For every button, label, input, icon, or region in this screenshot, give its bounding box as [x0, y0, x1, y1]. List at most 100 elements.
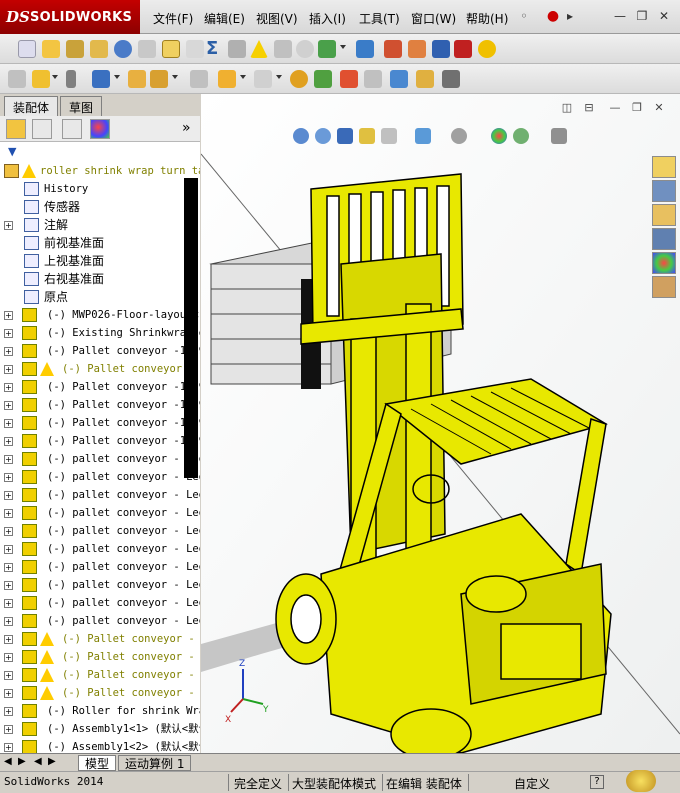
symmetry-check-icon[interactable] — [274, 40, 292, 58]
check-off-icon[interactable] — [296, 40, 314, 58]
tree-item[interactable]: + (-) Roller for shrink Wrap — [0, 702, 200, 720]
interference-icon[interactable] — [318, 40, 336, 58]
expand-icon[interactable]: + — [4, 221, 13, 230]
move-component-icon[interactable] — [128, 70, 146, 88]
mass-properties-icon[interactable] — [66, 40, 84, 58]
tree-item[interactable]: + (-) pallet conveyor - Leg — [0, 504, 200, 522]
filter-icon[interactable]: ▼ — [8, 145, 16, 158]
doc-restore-button[interactable]: ❐ — [630, 102, 644, 114]
tab-motion-study[interactable]: 运动算例 1 — [118, 755, 192, 771]
tree-item[interactable]: + (-) pallet conveyor - Leg — [0, 594, 200, 612]
equations-icon[interactable]: Σ — [206, 40, 224, 58]
tree-item[interactable]: + (-) pallet conveyor - Leg — [0, 576, 200, 594]
traffic-light-icon[interactable]: ● — [545, 8, 561, 24]
tree-item[interactable]: + (-) Pallet conveyor -1569- — [0, 342, 200, 360]
tree-item[interactable]: + (-) pallet conveyor - Leg — [0, 522, 200, 540]
file-explorer-icon[interactable] — [652, 204, 676, 226]
rotate-component-icon[interactable] — [150, 70, 168, 88]
smart-fasteners-icon[interactable] — [92, 70, 110, 88]
clearance-icon[interactable] — [416, 70, 434, 88]
resources-icon[interactable] — [652, 156, 676, 178]
scroll-first-icon[interactable]: ◀ — [34, 756, 42, 767]
expand-icon[interactable]: + — [4, 599, 13, 608]
tab-model[interactable]: 模型 — [78, 755, 117, 771]
scene-icon[interactable] — [513, 128, 529, 144]
checkbox-tool-icon[interactable] — [162, 40, 180, 58]
tab-assembly[interactable]: 装配体 — [4, 96, 59, 116]
section-properties-icon[interactable] — [90, 40, 108, 58]
view-settings-icon[interactable] — [551, 128, 567, 144]
appearance-icon[interactable] — [478, 40, 496, 58]
expand-icon[interactable]: + — [4, 635, 13, 644]
tree-item[interactable]: + (-) pallet conveyor - Leg — [0, 540, 200, 558]
bill-of-materials-icon[interactable] — [314, 70, 332, 88]
tree-item[interactable]: 上视基准面 — [0, 252, 200, 270]
minimize-button[interactable]: — — [612, 8, 628, 24]
measure-icon[interactable] — [42, 40, 60, 58]
expand-icon[interactable]: + — [4, 419, 13, 428]
expand-icon[interactable]: + — [4, 689, 13, 698]
property-manager-icon[interactable] — [32, 119, 52, 139]
expand-icon[interactable]: + — [4, 581, 13, 590]
show-hidden-icon[interactable] — [190, 70, 208, 88]
macro-icon[interactable] — [384, 40, 402, 58]
tile-vertical-icon[interactable]: ⊟ — [582, 102, 596, 114]
tree-item[interactable]: + (-) Pallet conveyor - M — [0, 684, 200, 702]
expand-icon[interactable]: + — [4, 437, 13, 446]
tree-item[interactable]: + (-) pallet conveyor - Leg — [0, 486, 200, 504]
expand-icon[interactable]: + — [4, 509, 13, 518]
solidworks-logo[interactable]: DS SOLIDWORKS — [0, 0, 140, 34]
performance-icon[interactable] — [442, 70, 460, 88]
new-motion-study-icon[interactable] — [290, 70, 308, 88]
tree-item[interactable]: + (-) pallet conveyor - Leg — [0, 612, 200, 630]
tree-item[interactable]: 右视基准面 — [0, 270, 200, 288]
previous-view-icon[interactable] — [337, 128, 353, 144]
scroll-right-icon[interactable]: ▶ — [18, 756, 26, 767]
feature-manager-icon[interactable] — [6, 119, 26, 139]
draft-analysis-icon[interactable] — [228, 40, 246, 58]
configuration-manager-icon[interactable] — [62, 119, 82, 139]
expand-icon[interactable]: + — [4, 545, 13, 554]
design-library-icon[interactable] — [652, 180, 676, 202]
expand-icon[interactable]: + — [4, 707, 13, 716]
record-icon[interactable] — [408, 40, 426, 58]
linear-pattern-icon[interactable] — [66, 70, 76, 88]
tree-item[interactable]: 前视基准面 — [0, 234, 200, 252]
help-icon[interactable]: ? — [590, 775, 604, 789]
expand-icon[interactable]: + — [4, 743, 13, 752]
more-panels-icon[interactable]: » — [182, 120, 191, 136]
tab-sketch[interactable]: 草图 — [60, 96, 103, 116]
tree-item[interactable]: + (-) pallet conveyor - Leg — [0, 558, 200, 576]
tree-item[interactable]: + 注解 — [0, 216, 200, 234]
insert-component-icon[interactable] — [8, 70, 26, 88]
menu-window[interactable]: 窗口(W) — [411, 10, 456, 27]
tree-item[interactable]: + (-) Pallet conveyor - M — [0, 666, 200, 684]
tree-item[interactable]: + (-) pallet conveyor - Leg — [0, 468, 200, 486]
menu-view[interactable]: 视图(V) — [256, 10, 298, 27]
tree-item[interactable]: + (-) MWP026-Floor-layout<1> — [0, 306, 200, 324]
menu-help[interactable]: 帮助(H) — [466, 10, 508, 27]
spell-check-icon[interactable] — [18, 40, 36, 58]
expand-icon[interactable]: + — [4, 347, 13, 356]
more-menu-icon[interactable]: ▸ — [562, 8, 578, 24]
expand-icon[interactable]: + — [4, 527, 13, 536]
menu-tools[interactable]: 工具(T) — [359, 10, 400, 27]
expand-icon[interactable]: + — [4, 491, 13, 500]
expand-icon[interactable]: + — [4, 383, 13, 392]
menu-edit[interactable]: 编辑(E) — [204, 10, 245, 27]
tree-item[interactable]: History — [0, 180, 200, 198]
tree-item[interactable]: 传感器 — [0, 198, 200, 216]
tree-item[interactable]: + (-) Pallet conveyor - M — [0, 648, 200, 666]
chevron-down-icon[interactable] — [240, 75, 246, 79]
menu-insert[interactable]: 插入(I) — [309, 10, 346, 27]
display-manager-icon[interactable] — [90, 119, 110, 139]
tree-scrollbar[interactable] — [184, 178, 198, 478]
tree-filter[interactable]: ▼ — [0, 142, 200, 162]
doc-minimize-button[interactable]: — — [608, 102, 622, 114]
rebuild-icon[interactable] — [626, 770, 656, 792]
graphics-area[interactable]: Z Y X — [201, 94, 680, 753]
display-style-icon[interactable] — [451, 128, 467, 144]
appearances-icon[interactable] — [652, 252, 676, 274]
expand-icon[interactable]: + — [4, 725, 13, 734]
expand-icon[interactable]: + — [4, 653, 13, 662]
